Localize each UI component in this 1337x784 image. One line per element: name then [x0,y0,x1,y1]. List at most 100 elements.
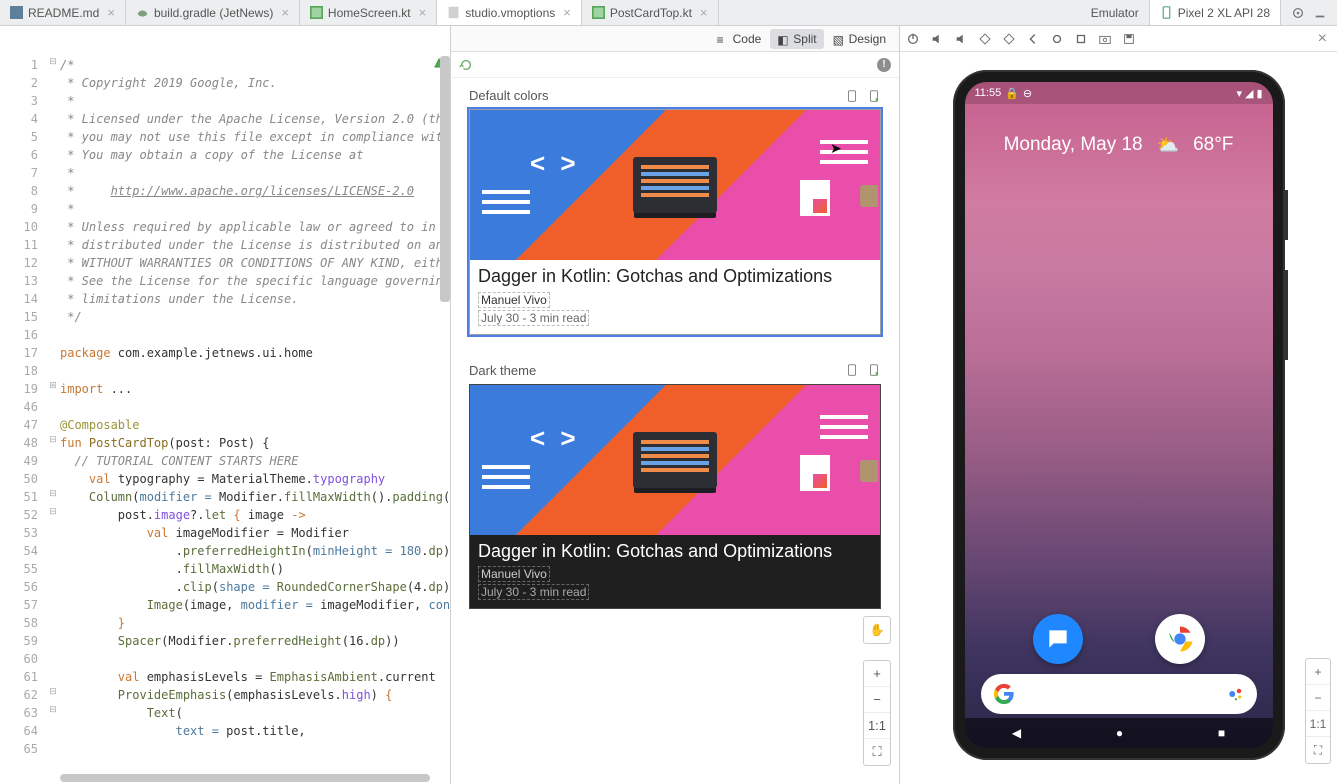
pan-tool-button[interactable]: ✋ [863,616,891,644]
close-panel-icon[interactable]: × [1314,30,1331,48]
device-icon[interactable] [845,363,859,377]
tab-homescreen[interactable]: HomeScreen.kt × [300,0,437,25]
save-icon[interactable] [1122,32,1136,46]
recents-button[interactable]: ■ [1218,726,1225,740]
split-icon: ◧ [777,33,789,45]
home-button[interactable]: ● [1116,726,1123,740]
device-button [1285,190,1288,240]
close-icon[interactable]: × [563,5,571,20]
list-icon: ≡ [717,33,729,45]
preview-section-title: Default colors [469,88,548,103]
preview-card[interactable]: < >Dagger in Kotlin: Gotchas and Optimiz… [469,384,881,610]
deploy-preview-icon[interactable] [867,89,881,103]
android-nav-bar: ◀ ● ■ [965,718,1273,748]
device-button [1285,270,1288,360]
home-icon[interactable] [1050,32,1064,46]
preview-toolbar: ! [451,52,899,78]
power-icon[interactable] [906,32,920,46]
fold-gutter[interactable]: ⊟⊞⊟⊟⊟⊟⊟ [46,52,60,784]
temperature-text: 68°F [1193,134,1233,156]
preview-section-title: Dark theme [469,363,536,378]
volume-icon[interactable] [930,32,944,46]
kotlin-file-icon [310,6,323,19]
tab-postcardtop[interactable]: PostCardTop.kt × [582,0,719,25]
assistant-icon[interactable] [1227,685,1245,703]
screenshot-icon[interactable] [1098,32,1112,46]
volume-down-icon[interactable] [954,32,968,46]
overview-icon[interactable] [1074,32,1088,46]
zoom-in-button[interactable]: + [864,661,890,687]
phone-icon [1160,6,1173,19]
warning-badge-icon[interactable]: ! [877,58,891,72]
battery-icon: ▮ [1256,87,1262,100]
card-image: < > [470,385,880,535]
tab-label: README.md [28,6,99,20]
emulator-viewport: 11:55🔒⊖ ▾◢▮ Monday, May 18 ⛅ 68°F [900,52,1337,784]
code-editor[interactable]: 1234567891011121314151617181946474849505… [0,52,450,784]
zoom-fit-button[interactable]: ⛶ [1306,737,1330,763]
app-dock [965,614,1273,664]
rotate-left-icon[interactable] [978,32,992,46]
card-image: < > [470,110,880,260]
tab-label: Emulator [1091,6,1139,20]
messages-app-icon[interactable] [1033,614,1083,664]
tab-vmoptions[interactable]: studio.vmoptions × [437,0,582,25]
deploy-preview-icon[interactable] [867,363,881,377]
zoom-out-button[interactable]: − [1306,685,1330,711]
card-author: Manuel Vivo [478,566,550,582]
line-number-gutter: 1234567891011121314151617181946474849505… [0,52,46,784]
card-title: Dagger in Kotlin: Gotchas and Optimizati… [478,266,872,288]
close-icon[interactable]: × [700,5,708,20]
tab-build-gradle[interactable]: build.gradle (JetNews) × [126,0,300,25]
refresh-icon[interactable] [459,58,473,72]
gear-icon[interactable] [1291,6,1305,20]
minimize-icon[interactable] [1313,6,1327,20]
google-search-bar[interactable] [981,674,1257,714]
home-date-widget: Monday, May 18 ⛅ 68°F [965,134,1273,156]
preview-card[interactable]: < > Dagger in Kotlin: Gotchas and Optimiz… [469,109,881,335]
code-editor-pane: 1234567891011121314151617181946474849505… [0,26,451,784]
mouse-cursor-icon: ➤ [830,140,842,157]
back-icon[interactable] [1026,32,1040,46]
emulator-tab[interactable]: Emulator [1081,0,1150,25]
scrollbar-thumb[interactable] [440,56,450,302]
card-meta: July 30 - 3 min read [478,584,589,600]
design-mode-button[interactable]: ▧Design [826,29,893,49]
back-button[interactable]: ◀ [1012,726,1021,740]
view-mode-bar: ≡Code ◧Split ▧Design [451,26,899,52]
zoom-1-1-button[interactable]: 1:1 [864,713,890,739]
rotate-right-icon[interactable] [1002,32,1016,46]
emulator-zoom-controls: + − 1:1 ⛶ [1305,658,1331,764]
card-meta: July 30 - 3 min read [478,310,589,326]
split-mode-button[interactable]: ◧Split [770,29,823,49]
preview-scroll[interactable]: Default colors < > Dagger in Kotlin: Gotch… [451,78,899,784]
chrome-app-icon[interactable] [1155,614,1205,664]
tab-label: studio.vmoptions [465,6,555,20]
device-icon[interactable] [845,89,859,103]
horizontal-scrollbar[interactable] [60,774,430,782]
emulator-device-tab[interactable]: Pixel 2 XL API 28 [1150,0,1281,25]
text-file-icon [447,6,460,19]
device-frame: 11:55🔒⊖ ▾◢▮ Monday, May 18 ⛅ 68°F [953,70,1285,760]
close-icon[interactable]: × [107,5,115,20]
zoom-fit-button[interactable]: ⛶ [864,739,890,765]
code-mode-button[interactable]: ≡Code [710,29,769,49]
window-controls [1281,0,1337,25]
status-time: 11:55 [975,87,1002,99]
zoom-1-1-button[interactable]: 1:1 [1306,711,1330,737]
zoom-in-button[interactable]: + [1306,659,1330,685]
code-area[interactable]: /* * Copyright 2019 Google, Inc. * * Lic… [60,52,450,784]
tab-readme[interactable]: README.md × [0,0,126,25]
kotlin-file-icon [592,6,605,19]
device-screen[interactable]: 11:55🔒⊖ ▾◢▮ Monday, May 18 ⛅ 68°F [965,82,1273,748]
preview-zoom-controls: + − 1:1 ⛶ [863,660,891,766]
card-author: Manuel Vivo [478,292,550,308]
close-icon[interactable]: × [281,5,289,20]
date-text: Monday, May 18 [1004,134,1143,156]
tab-label: build.gradle (JetNews) [154,6,273,20]
zoom-out-button[interactable]: − [864,687,890,713]
tab-label: PostCardTop.kt [610,6,692,20]
tab-label: HomeScreen.kt [328,6,411,20]
emulator-toolbar: × [900,26,1337,52]
close-icon[interactable]: × [419,5,427,20]
